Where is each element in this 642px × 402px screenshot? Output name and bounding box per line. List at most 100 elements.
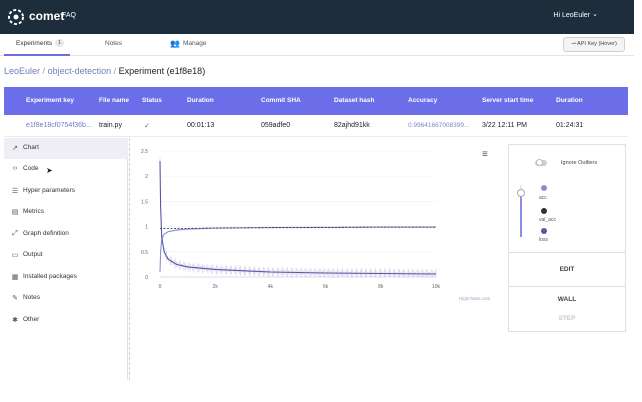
legend-acc-icon[interactable]	[541, 185, 547, 191]
chevron-down-icon[interactable]: ⌄	[592, 10, 598, 18]
column-header[interactable]: Status	[142, 97, 162, 104]
sidebar-item-label: Chart	[23, 144, 39, 151]
sidebar-item-code[interactable]: ‹› Code	[4, 159, 128, 180]
metrics-icon: ▤	[11, 209, 19, 216]
legend-acc-label[interactable]: acc	[539, 195, 547, 201]
sidebar-item-output[interactable]: ▭ Output	[4, 245, 128, 266]
sidebar-item-other[interactable]: ✱ Other	[4, 310, 128, 331]
column-header[interactable]: Experiment key	[26, 97, 74, 104]
line-chart-icon: ↗	[12, 145, 18, 152]
step-button[interactable]: STEP	[509, 315, 625, 322]
sidebar-item-hyper-parameters[interactable]: ☰ Hyper parameters	[4, 181, 128, 202]
column-header[interactable]: Server start time	[482, 97, 533, 104]
sidebar-item-graph-definition[interactable]: ⤢ Graph definition	[4, 224, 128, 245]
toggle-knob[interactable]	[536, 159, 543, 166]
active-tab-indicator	[4, 54, 70, 56]
sidebar-item-label: Notes	[23, 294, 40, 301]
sidebar-item-label: Graph definition	[23, 230, 69, 237]
tab-bar: Experiments 1 Notes 👥 Manage ⊸ API Key (…	[0, 34, 634, 56]
user-menu[interactable]: Hi LeoEuler	[553, 12, 590, 19]
packages-icon: ▦	[11, 274, 19, 281]
file-name-cell: train.py	[99, 122, 122, 129]
sidebar-item-notes[interactable]: ✎ Notes	[4, 288, 128, 309]
x-tick-label: 2k	[213, 284, 219, 290]
faq-link[interactable]: FAQ	[62, 12, 76, 19]
y-tick-label: 1	[145, 225, 148, 231]
x-tick-label: 0	[159, 284, 162, 290]
legend-loss-label[interactable]: loss	[539, 237, 548, 243]
column-header[interactable]: File name	[99, 97, 129, 104]
series-line-acc[interactable]	[159, 226, 436, 273]
pencil-icon: ✎	[12, 295, 18, 302]
code-icon: ‹›	[12, 165, 18, 172]
users-icon: 👥	[170, 39, 180, 48]
list-icon: ☰	[11, 188, 19, 195]
duration-cell: 00:01:13	[187, 122, 215, 129]
legend-val-acc-icon[interactable]	[541, 208, 547, 214]
experiment-key-cell[interactable]: e1f8e18cf0754f36b...	[26, 122, 92, 129]
accuracy-cell: 0.99641667008399...	[408, 122, 470, 129]
experiments-count-badge: 1	[55, 39, 65, 47]
column-header[interactable]: Accuracy	[408, 97, 437, 104]
comet-logo-icon	[8, 9, 24, 25]
legend-val-acc-label[interactable]: val_acc	[539, 217, 556, 223]
legend-loss-icon[interactable]	[541, 228, 547, 234]
status-check-icon: ✓	[144, 123, 150, 130]
server-start-cell: 3/22 12:11 PM	[482, 122, 528, 129]
edit-button[interactable]: EDIT	[509, 266, 625, 273]
api-key-label: API Key (Hover)	[577, 41, 617, 47]
output-icon: ▭	[11, 252, 19, 259]
chart-options-section: Ignore Outliers acc val_acc loss	[509, 145, 625, 253]
x-tick-label: 10k	[432, 284, 441, 290]
top-navbar: comet FAQ Hi LeoEuler ⌄	[0, 0, 642, 34]
x-tick-label: 4k	[268, 284, 274, 290]
column-header[interactable]: Dataset hash	[334, 97, 374, 104]
sidebar-item-chart[interactable]: ↗ Chart	[4, 138, 128, 159]
page-edge	[634, 0, 642, 402]
sidebar-item-installed-packages[interactable]: ▦ Installed packages	[4, 267, 128, 288]
smoothing-slider-handle[interactable]	[517, 189, 525, 197]
wall-button[interactable]: WALL	[509, 296, 625, 303]
sidebar-item-metrics[interactable]: ▤ Metrics	[4, 202, 128, 223]
y-tick-label: 0.5	[141, 250, 148, 256]
column-header[interactable]: Commit SHA	[261, 97, 301, 104]
series-line-loss[interactable]	[159, 161, 437, 275]
duration-cell: 01:24:31	[556, 122, 584, 129]
table-row[interactable]: e1f8e18cf0754f36b... train.py ✓ 00:01:13…	[4, 115, 628, 137]
breadcrumb-user[interactable]: LeoEuler	[4, 66, 40, 76]
x-tick-label: 6k	[323, 284, 329, 290]
api-key-button[interactable]: ⊸ API Key (Hover)	[563, 37, 625, 52]
chart-panel: 2.5 2 1.5 1 0.5 0 0 2k 4k 6k 8k 10k ≡ Highcharts.co…	[129, 138, 502, 380]
chart-credits[interactable]: Highcharts.com	[459, 296, 490, 301]
edit-section: EDIT	[509, 253, 625, 287]
sidebar-item-label: Output	[23, 251, 43, 258]
sidebar-item-label: Installed packages	[23, 273, 77, 280]
breadcrumb-experiment: Experiment (e1f8e18)	[118, 66, 206, 76]
graph-icon: ⤢	[12, 230, 18, 237]
acc-noise-band	[159, 226, 437, 273]
smoothing-slider-fill	[520, 193, 522, 237]
y-tick-label: 1.5	[141, 199, 148, 205]
tab-experiments[interactable]: Experiments	[16, 40, 52, 47]
mouse-cursor-icon: ➤	[46, 166, 53, 175]
column-header[interactable]: Duration	[556, 97, 583, 104]
metrics-chart[interactable]: 2.5 2 1.5 1 0.5 0 0 2k 4k 6k 8k 10k	[130, 138, 503, 308]
y-tick-label: 2.5	[141, 149, 148, 155]
brand-name[interactable]: comet	[29, 9, 64, 23]
tab-notes[interactable]: Notes	[105, 40, 122, 47]
ignore-outliers-label: Ignore Outliers	[561, 160, 598, 166]
y-tick-label: 0	[145, 275, 148, 281]
column-header[interactable]: Duration	[187, 97, 214, 104]
experiment-sidebar: ↗ Chart ‹› Code ☰ Hyper parameters ▤ Met…	[4, 138, 128, 380]
x-tick-label: 8k	[378, 284, 384, 290]
breadcrumb-project[interactable]: object-detection	[48, 66, 112, 76]
experiment-table-header: Experiment key File name Status Duration…	[4, 87, 628, 115]
sidebar-item-label: Metrics	[23, 208, 44, 215]
tab-manage[interactable]: Manage	[183, 40, 207, 47]
puzzle-icon: ✱	[12, 317, 18, 324]
commit-sha-cell: 059adfe0	[261, 122, 291, 129]
dataset-hash-cell: 82ajhd91kk	[334, 122, 370, 129]
y-tick-label: 2	[145, 174, 148, 180]
sidebar-item-label: Code	[23, 165, 39, 172]
chart-menu-icon[interactable]: ≡	[482, 149, 488, 160]
